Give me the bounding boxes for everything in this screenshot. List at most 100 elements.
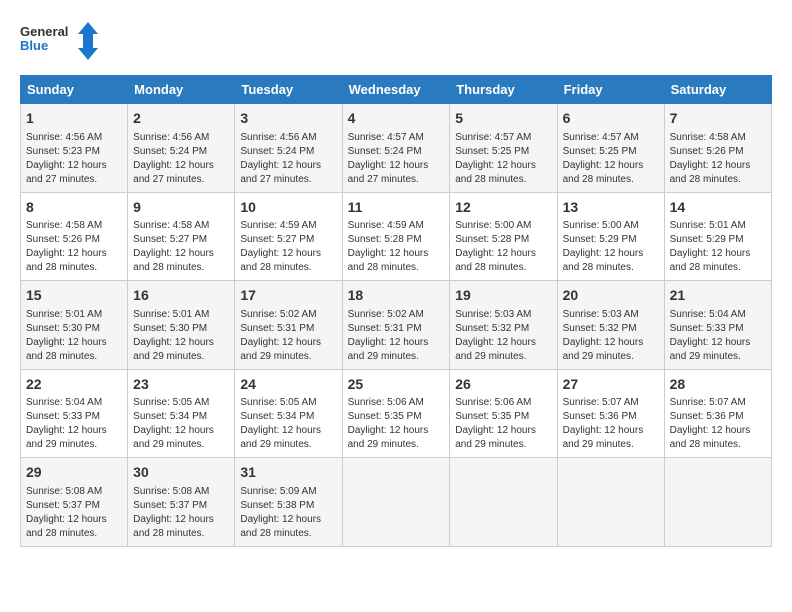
calendar-cell: 18Sunrise: 5:02 AM Sunset: 5:31 PM Dayli…: [342, 281, 450, 370]
day-info: Sunrise: 5:01 AM Sunset: 5:29 PM Dayligh…: [670, 219, 766, 275]
day-number: 25: [348, 375, 445, 395]
day-info: Sunrise: 5:05 AM Sunset: 5:34 PM Dayligh…: [133, 396, 229, 452]
day-number: 23: [133, 375, 229, 395]
day-info: Sunrise: 5:08 AM Sunset: 5:37 PM Dayligh…: [133, 485, 229, 541]
day-info: Sunrise: 4:58 AM Sunset: 5:26 PM Dayligh…: [26, 219, 122, 275]
calendar-cell: 22Sunrise: 5:04 AM Sunset: 5:33 PM Dayli…: [21, 369, 128, 458]
calendar-cell: 7Sunrise: 4:58 AM Sunset: 5:26 PM Daylig…: [664, 104, 771, 193]
day-number: 3: [240, 109, 336, 129]
day-number: 2: [133, 109, 229, 129]
day-info: Sunrise: 5:02 AM Sunset: 5:31 PM Dayligh…: [240, 308, 336, 364]
day-number: 31: [240, 463, 336, 483]
weekday-header-thursday: Thursday: [450, 76, 557, 104]
day-number: 30: [133, 463, 229, 483]
day-number: 21: [670, 286, 766, 306]
day-number: 6: [563, 109, 659, 129]
calendar-cell: 28Sunrise: 5:07 AM Sunset: 5:36 PM Dayli…: [664, 369, 771, 458]
calendar-cell: 16Sunrise: 5:01 AM Sunset: 5:30 PM Dayli…: [128, 281, 235, 370]
calendar-cell: [342, 458, 450, 547]
calendar-cell: 13Sunrise: 5:00 AM Sunset: 5:29 PM Dayli…: [557, 192, 664, 281]
calendar-cell: 11Sunrise: 4:59 AM Sunset: 5:28 PM Dayli…: [342, 192, 450, 281]
calendar-cell: 12Sunrise: 5:00 AM Sunset: 5:28 PM Dayli…: [450, 192, 557, 281]
calendar-cell: 15Sunrise: 5:01 AM Sunset: 5:30 PM Dayli…: [21, 281, 128, 370]
weekday-header-monday: Monday: [128, 76, 235, 104]
day-info: Sunrise: 5:03 AM Sunset: 5:32 PM Dayligh…: [455, 308, 551, 364]
day-info: Sunrise: 5:02 AM Sunset: 5:31 PM Dayligh…: [348, 308, 445, 364]
logo: General Blue: [20, 20, 100, 65]
day-info: Sunrise: 4:56 AM Sunset: 5:24 PM Dayligh…: [133, 131, 229, 187]
day-number: 9: [133, 198, 229, 218]
day-number: 19: [455, 286, 551, 306]
calendar-week-row: 15Sunrise: 5:01 AM Sunset: 5:30 PM Dayli…: [21, 281, 772, 370]
day-info: Sunrise: 5:04 AM Sunset: 5:33 PM Dayligh…: [670, 308, 766, 364]
page-header: General Blue: [20, 20, 772, 65]
calendar-cell: 4Sunrise: 4:57 AM Sunset: 5:24 PM Daylig…: [342, 104, 450, 193]
day-number: 26: [455, 375, 551, 395]
day-info: Sunrise: 5:00 AM Sunset: 5:29 PM Dayligh…: [563, 219, 659, 275]
calendar-cell: 5Sunrise: 4:57 AM Sunset: 5:25 PM Daylig…: [450, 104, 557, 193]
day-info: Sunrise: 5:09 AM Sunset: 5:38 PM Dayligh…: [240, 485, 336, 541]
day-number: 24: [240, 375, 336, 395]
day-info: Sunrise: 4:57 AM Sunset: 5:25 PM Dayligh…: [563, 131, 659, 187]
day-info: Sunrise: 4:58 AM Sunset: 5:27 PM Dayligh…: [133, 219, 229, 275]
calendar-cell: 6Sunrise: 4:57 AM Sunset: 5:25 PM Daylig…: [557, 104, 664, 193]
day-info: Sunrise: 4:59 AM Sunset: 5:28 PM Dayligh…: [348, 219, 445, 275]
calendar-cell: 3Sunrise: 4:56 AM Sunset: 5:24 PM Daylig…: [235, 104, 342, 193]
calendar-cell: 23Sunrise: 5:05 AM Sunset: 5:34 PM Dayli…: [128, 369, 235, 458]
day-info: Sunrise: 5:01 AM Sunset: 5:30 PM Dayligh…: [26, 308, 122, 364]
calendar-cell: 29Sunrise: 5:08 AM Sunset: 5:37 PM Dayli…: [21, 458, 128, 547]
day-info: Sunrise: 5:06 AM Sunset: 5:35 PM Dayligh…: [348, 396, 445, 452]
calendar-week-row: 1Sunrise: 4:56 AM Sunset: 5:23 PM Daylig…: [21, 104, 772, 193]
calendar-week-row: 22Sunrise: 5:04 AM Sunset: 5:33 PM Dayli…: [21, 369, 772, 458]
calendar-cell: [557, 458, 664, 547]
day-number: 10: [240, 198, 336, 218]
calendar-cell: 17Sunrise: 5:02 AM Sunset: 5:31 PM Dayli…: [235, 281, 342, 370]
calendar-cell: 20Sunrise: 5:03 AM Sunset: 5:32 PM Dayli…: [557, 281, 664, 370]
day-info: Sunrise: 5:04 AM Sunset: 5:33 PM Dayligh…: [26, 396, 122, 452]
day-info: Sunrise: 5:08 AM Sunset: 5:37 PM Dayligh…: [26, 485, 122, 541]
calendar-cell: 14Sunrise: 5:01 AM Sunset: 5:29 PM Dayli…: [664, 192, 771, 281]
day-number: 7: [670, 109, 766, 129]
day-info: Sunrise: 4:58 AM Sunset: 5:26 PM Dayligh…: [670, 131, 766, 187]
calendar-week-row: 8Sunrise: 4:58 AM Sunset: 5:26 PM Daylig…: [21, 192, 772, 281]
calendar-cell: [664, 458, 771, 547]
weekday-header-friday: Friday: [557, 76, 664, 104]
day-number: 4: [348, 109, 445, 129]
calendar-cell: 25Sunrise: 5:06 AM Sunset: 5:35 PM Dayli…: [342, 369, 450, 458]
calendar-cell: 26Sunrise: 5:06 AM Sunset: 5:35 PM Dayli…: [450, 369, 557, 458]
calendar-cell: 8Sunrise: 4:58 AM Sunset: 5:26 PM Daylig…: [21, 192, 128, 281]
day-number: 15: [26, 286, 122, 306]
day-info: Sunrise: 5:06 AM Sunset: 5:35 PM Dayligh…: [455, 396, 551, 452]
day-number: 8: [26, 198, 122, 218]
calendar-cell: 10Sunrise: 4:59 AM Sunset: 5:27 PM Dayli…: [235, 192, 342, 281]
svg-text:Blue: Blue: [20, 38, 48, 53]
day-number: 1: [26, 109, 122, 129]
weekday-header-tuesday: Tuesday: [235, 76, 342, 104]
day-info: Sunrise: 4:57 AM Sunset: 5:24 PM Dayligh…: [348, 131, 445, 187]
day-number: 18: [348, 286, 445, 306]
calendar-cell: 19Sunrise: 5:03 AM Sunset: 5:32 PM Dayli…: [450, 281, 557, 370]
day-info: Sunrise: 5:05 AM Sunset: 5:34 PM Dayligh…: [240, 396, 336, 452]
calendar-cell: 24Sunrise: 5:05 AM Sunset: 5:34 PM Dayli…: [235, 369, 342, 458]
weekday-header-wednesday: Wednesday: [342, 76, 450, 104]
day-number: 16: [133, 286, 229, 306]
day-info: Sunrise: 5:07 AM Sunset: 5:36 PM Dayligh…: [670, 396, 766, 452]
day-info: Sunrise: 4:59 AM Sunset: 5:27 PM Dayligh…: [240, 219, 336, 275]
day-number: 13: [563, 198, 659, 218]
day-info: Sunrise: 5:01 AM Sunset: 5:30 PM Dayligh…: [133, 308, 229, 364]
logo-svg: General Blue: [20, 20, 100, 65]
day-info: Sunrise: 5:07 AM Sunset: 5:36 PM Dayligh…: [563, 396, 659, 452]
calendar-cell: 9Sunrise: 4:58 AM Sunset: 5:27 PM Daylig…: [128, 192, 235, 281]
calendar-cell: 31Sunrise: 5:09 AM Sunset: 5:38 PM Dayli…: [235, 458, 342, 547]
day-info: Sunrise: 4:56 AM Sunset: 5:24 PM Dayligh…: [240, 131, 336, 187]
svg-text:General: General: [20, 24, 68, 39]
calendar-cell: [450, 458, 557, 547]
weekday-header-sunday: Sunday: [21, 76, 128, 104]
day-number: 14: [670, 198, 766, 218]
day-number: 17: [240, 286, 336, 306]
day-number: 11: [348, 198, 445, 218]
calendar-table: SundayMondayTuesdayWednesdayThursdayFrid…: [20, 75, 772, 547]
day-info: Sunrise: 4:57 AM Sunset: 5:25 PM Dayligh…: [455, 131, 551, 187]
day-number: 27: [563, 375, 659, 395]
day-info: Sunrise: 5:03 AM Sunset: 5:32 PM Dayligh…: [563, 308, 659, 364]
